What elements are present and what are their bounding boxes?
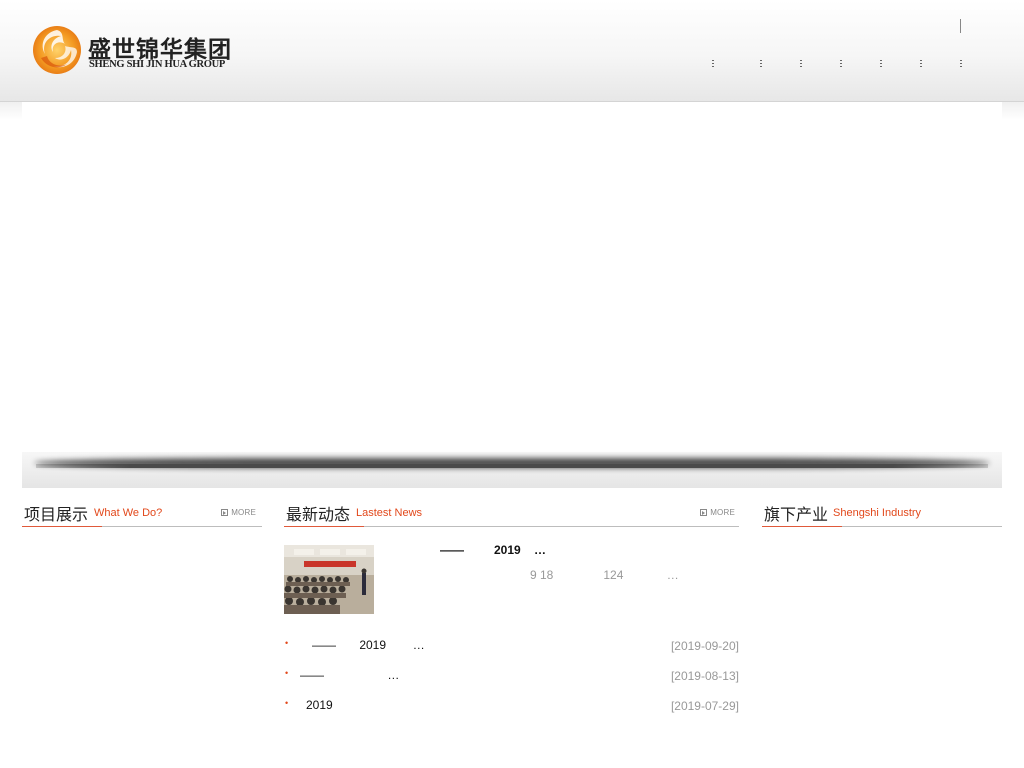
nav-separator — [960, 60, 962, 69]
hero-banner[interactable] — [22, 102, 1002, 488]
projects-title: 项目展示 — [24, 505, 89, 524]
news-item-date: [2019-08-13] — [670, 669, 739, 683]
news-list: • —— 2019 … [2019-09-20] • —— … [2019-08… — [284, 636, 739, 726]
news-item-title[interactable]: —— … — [300, 668, 399, 682]
bullet-icon: • — [285, 668, 289, 678]
industry-subtitle: Shengshi Industry — [833, 507, 922, 519]
news-item-date: [2019-09-20] — [670, 639, 739, 653]
banner-shadow-line — [36, 464, 988, 468]
nav-item-1[interactable] — [700, 58, 736, 74]
nav-separator — [712, 60, 714, 69]
bullet-icon: • — [285, 698, 289, 708]
news-header: 最新动态 Lastest News MORE — [284, 498, 739, 527]
industry-title: 旗下产业 — [764, 505, 829, 524]
logo[interactable]: 盛世锦华集团 SHENG SHI JIN HUA GROUP — [31, 24, 241, 80]
projects-header: 项目展示 What We Do? MORE — [22, 498, 262, 527]
top-link-separator — [960, 19, 961, 33]
industry-section: 旗下产业 Shengshi Industry — [762, 498, 1002, 527]
nav-separator — [880, 60, 882, 69]
meeting-photo-image — [284, 545, 374, 614]
nav-item-6[interactable] — [900, 58, 936, 74]
news-header-accent — [284, 526, 364, 527]
more-arrow-icon — [700, 509, 708, 516]
nav-item-5[interactable] — [860, 58, 896, 74]
news-subtitle: Lastest News — [356, 507, 423, 519]
industry-header-accent — [762, 526, 842, 527]
projects-subtitle: What We Do? — [94, 507, 163, 519]
top-links — [955, 18, 1015, 36]
news-item-date: [2019-07-29] — [670, 699, 739, 713]
bullet-icon: • — [285, 638, 289, 648]
nav-separator — [760, 60, 762, 69]
nav-item-3[interactable] — [780, 58, 816, 74]
nav-separator — [920, 60, 922, 69]
featured-news-title[interactable]: —— 2019 … — [440, 543, 546, 557]
news-section: 最新动态 Lastest News MORE —— 2019 … 9 18 12… — [284, 498, 739, 713]
news-item-title[interactable]: 2019 — [306, 698, 333, 712]
news-title: 最新动态 — [286, 505, 351, 524]
projects-more-link[interactable]: MORE — [221, 508, 256, 517]
news-list-item[interactable]: • —— … [2019-08-13] — [284, 666, 739, 696]
news-more-label: MORE — [710, 508, 735, 517]
projects-header-accent — [22, 526, 102, 527]
news-more-link[interactable]: MORE — [700, 508, 735, 517]
news-list-item[interactable]: • 2019 [2019-07-29] — [284, 696, 739, 726]
nav-separator — [840, 60, 842, 69]
site-header: 盛世锦华集团 SHENG SHI JIN HUA GROUP — [0, 0, 1024, 102]
featured-news-summary: 9 18 124 … — [530, 568, 679, 582]
projects-more-label: MORE — [231, 508, 256, 517]
more-arrow-icon — [221, 509, 229, 516]
nav-item-7[interactable] — [940, 58, 976, 74]
nav-item-2[interactable] — [740, 58, 776, 74]
news-item-title[interactable]: —— 2019 … — [312, 638, 425, 652]
featured-news-thumbnail[interactable] — [284, 545, 374, 614]
nav-item-4[interactable] — [820, 58, 856, 74]
industry-header: 旗下产业 Shengshi Industry — [762, 498, 1002, 527]
news-list-item[interactable]: • —— 2019 … [2019-09-20] — [284, 636, 739, 666]
projects-section: 项目展示 What We Do? MORE — [22, 498, 262, 527]
logo-swirl-icon — [33, 26, 81, 74]
logo-english-name: SHENG SHI JIN HUA GROUP — [89, 59, 226, 70]
nav-separator — [800, 60, 802, 69]
